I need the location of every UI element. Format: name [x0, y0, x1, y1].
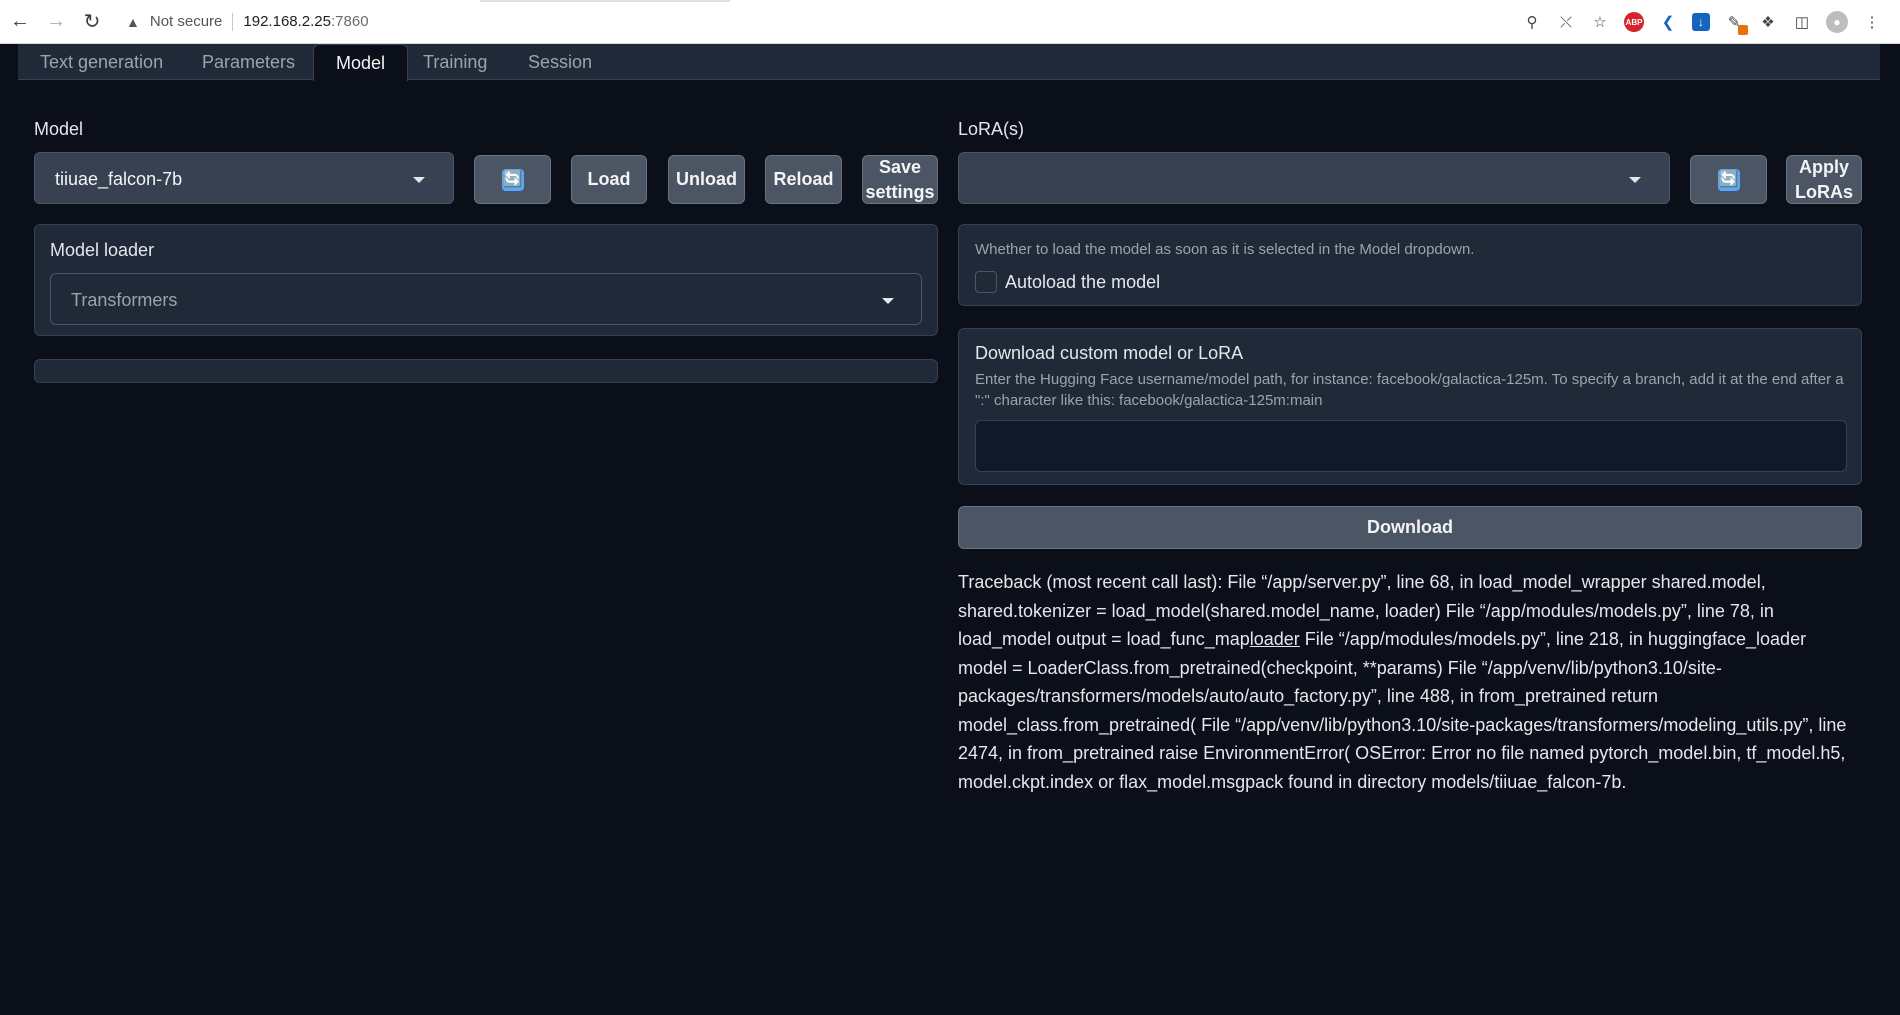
profile-avatar-icon[interactable]: ● — [1826, 11, 1848, 33]
download-title: Download custom model or LoRA — [975, 343, 1244, 363]
forward-icon[interactable]: → — [40, 6, 72, 38]
model-loader-value: Transformers — [71, 290, 178, 310]
extensions-puzzle-icon[interactable]: ❖ — [1758, 12, 1778, 32]
security-label[interactable]: Not secure — [150, 13, 223, 30]
tab-parameters[interactable]: Parameters — [180, 44, 317, 80]
chevron-down-icon — [882, 298, 894, 304]
refresh-icon: 🔄 — [1717, 168, 1740, 191]
download-model-input[interactable] — [975, 420, 1847, 472]
download-info: Enter the Hugging Face username/model pa… — [975, 371, 1844, 409]
unload-button[interactable]: Unload — [668, 155, 745, 204]
url-host[interactable]: 192.168.2.25 — [243, 13, 331, 30]
share-icon[interactable]: ⤬ — [1556, 12, 1576, 32]
save-settings-label-line1: Save — [878, 156, 922, 177]
save-settings-label-line2: settings — [865, 181, 935, 202]
apply-loras-button[interactable]: Apply LoRAs — [1786, 155, 1862, 204]
url-port[interactable]: :7860 — [331, 13, 369, 30]
model-loader-dropdown[interactable]: Transformers — [50, 273, 922, 325]
tab-session[interactable]: Session — [506, 44, 614, 80]
download-button[interactable]: Download — [958, 506, 1862, 549]
model-label: Model — [34, 119, 84, 139]
tab-text-generation[interactable]: Text generation — [18, 44, 185, 80]
tab-model[interactable]: Model — [313, 44, 409, 81]
extension-arrow-icon[interactable]: ❮ — [1658, 12, 1678, 32]
pen-extension-icon[interactable]: ✎ — [1724, 12, 1748, 35]
lora-refresh-button[interactable]: 🔄 — [1690, 155, 1767, 204]
autoload-checkbox[interactable] — [975, 271, 997, 293]
menu-kebab-icon[interactable]: ⋮ — [1862, 12, 1882, 32]
model-loader-panel: Model loader Transformers — [34, 224, 938, 336]
autoload-info: Whether to load the model as soon as it … — [975, 241, 1475, 258]
lora-dropdown[interactable] — [958, 152, 1670, 204]
main-tabs: Text generation Parameters Model Trainin… — [18, 44, 1880, 81]
download-extension-icon[interactable]: ↓ — [1692, 13, 1710, 31]
warning-icon[interactable]: ▲ — [126, 14, 140, 30]
status-output-box — [34, 359, 938, 383]
chevron-down-icon — [1629, 177, 1641, 183]
reload-icon[interactable]: ↻ — [76, 6, 108, 38]
page-load-indicator — [480, 0, 730, 2]
side-panel-icon[interactable]: ◫ — [1792, 12, 1812, 32]
model-dropdown[interactable]: tiiuae_falcon-7b — [34, 152, 454, 204]
back-icon[interactable]: ← — [4, 6, 36, 38]
load-button[interactable]: Load — [571, 155, 647, 204]
browser-actions: ⚲ ⤬ ☆ ABP ❮ ↓ ✎ ❖ ◫ ● ⋮ — [1522, 6, 1882, 38]
traceback-text-2: File “/app/modules/models.py”, line 218,… — [958, 629, 1847, 792]
apply-loras-label-line2: LoRAs — [1795, 181, 1853, 202]
traceback-link-loader: loader — [1249, 629, 1300, 649]
bookmark-star-icon[interactable]: ☆ — [1590, 12, 1610, 32]
adblock-plus-icon[interactable]: ABP — [1624, 12, 1644, 32]
save-settings-button[interactable]: Save settings — [862, 155, 938, 204]
address-bar[interactable]: ▲ Not secure 192.168.2.25:7860 — [126, 6, 369, 38]
chevron-down-icon — [413, 177, 425, 183]
autoload-panel: Whether to load the model as soon as it … — [958, 224, 1862, 306]
browser-toolbar: ← → ↻ ▲ Not secure 192.168.2.25:7860 ⚲ ⤬… — [0, 0, 1900, 44]
zoom-icon[interactable]: ⚲ — [1522, 12, 1542, 32]
apply-loras-label-line1: Apply — [1798, 156, 1849, 177]
extension-badge — [1738, 25, 1748, 35]
model-refresh-button[interactable]: 🔄 — [474, 155, 551, 204]
lora-label: LoRA(s) — [958, 119, 1025, 139]
model-dropdown-value: tiiuae_falcon-7b — [55, 169, 183, 189]
download-panel: Download custom model or LoRA Enter the … — [958, 328, 1862, 485]
address-divider — [232, 12, 234, 31]
reload-button[interactable]: Reload — [765, 155, 842, 204]
autoload-label[interactable]: Autoload the model — [1005, 271, 1160, 293]
refresh-icon: 🔄 — [501, 168, 524, 191]
tab-training[interactable]: Training — [401, 44, 509, 80]
error-traceback: Traceback (most recent call last): File … — [958, 568, 1858, 796]
model-loader-label: Model loader — [50, 240, 155, 260]
